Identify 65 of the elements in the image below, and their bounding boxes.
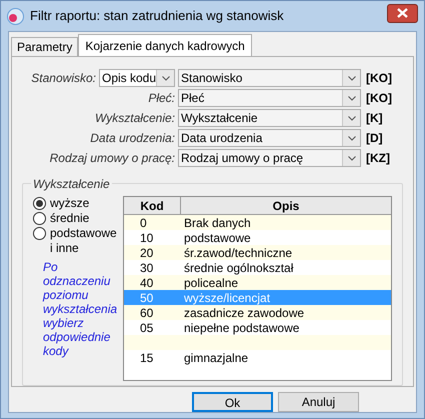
dropdown-button[interactable] [156,70,174,86]
field-dropdown[interactable]: Wykształcenie [178,109,361,127]
field-label: Wykształcenie: [94,110,175,127]
chevron-down-icon [162,76,170,80]
field-tag: [KO] [366,69,392,87]
description-cell-text: niepełne podstawowe [183,320,300,336]
field-label: Data urodzenia: [90,130,175,147]
field-dropdown[interactable]: Rodzaj umowy o pracę [178,149,361,167]
table-row[interactable]: 20 śr.zawod/techniczne [124,245,391,260]
column-header[interactable]: Kod [124,197,181,214]
mode-dropdown[interactable]: Opis kodu [99,69,175,87]
close-button[interactable] [387,4,418,22]
code-cell-text: 10 [139,230,154,246]
field-tag: [D] [366,129,383,147]
table-row[interactable]: 0 Brak danych [124,215,391,230]
window-title: Filtr raportu: stan zatrudnienia wg stanowisk [30,7,285,26]
dropdown-button[interactable] [342,90,360,106]
column-header[interactable]: Opis [181,197,391,214]
radio-option[interactable]: średnie [33,211,117,226]
field-tag: [K] [366,109,383,127]
dialog-button[interactable]: Anuluj [278,392,359,412]
code-cell-text: 05 [139,320,154,336]
tab[interactable]: Parametry [11,37,78,56]
description-cell-text: zasadnicze zawodowe [183,304,304,322]
description-cell-text: gimnazjalne [183,350,248,366]
dialog-button[interactable]: Ok [192,392,273,412]
dropdown-button[interactable] [342,130,360,146]
code-cell-text: 15 [139,350,154,366]
field-tag: [KO] [366,89,392,107]
description-cell-text: Brak danych [183,214,251,232]
code-cell-text: 30 [139,260,154,276]
table-row[interactable]: 40 policealne [124,275,391,290]
code-cell-text: 40 [139,274,154,292]
close-icon [397,8,408,18]
code-cell-text: 60 [139,304,154,322]
field-label: Rodzaj umowy o pracę: [50,150,175,167]
description-cell-text: policealne [183,274,238,292]
dropdown-button[interactable] [342,70,360,86]
field-label: Płeć: [148,90,175,107]
description-cell-text: śr.zawod/techniczne [183,244,292,262]
field-dropdown[interactable]: Płeć [178,89,361,107]
app-logo-icon [7,8,24,24]
dropdown-button[interactable] [342,150,360,166]
chevron-down-icon [348,76,356,80]
tab[interactable]: Kojarzenie danych kadrowych [78,34,252,56]
field-dropdown[interactable]: Stanowisko [178,69,361,87]
hint-text: Po odznaczeniu poziomu wykształcenia wybierz odpowiednie kody [43,260,117,358]
code-cell-text: 0 [139,214,148,232]
chevron-down-icon [348,96,356,100]
field-dropdown[interactable]: Data urodzenia [178,129,361,147]
field-label: Stanowisko: [31,70,96,87]
description-cell-text: podstawowe [183,230,251,246]
radio-circle[interactable] [33,197,46,210]
radio-option[interactable]: wyższe [33,196,117,211]
code-cell-text: 20 [139,244,154,262]
radio-option[interactable]: podstawowe i inne [33,226,117,256]
dropdown-button[interactable] [342,110,360,126]
chevron-down-icon [348,136,356,140]
table-row[interactable]: 60 zasadnicze zawodowe [124,305,391,320]
description-cell-text: średnie ogólnokształ [183,260,294,276]
chevron-down-icon [348,156,356,160]
field-tag: [KZ] [366,149,390,167]
code-cell-text: 50 [139,290,154,306]
description-cell-text: wyższe/licencjat [183,290,270,306]
chevron-down-icon [348,116,356,120]
